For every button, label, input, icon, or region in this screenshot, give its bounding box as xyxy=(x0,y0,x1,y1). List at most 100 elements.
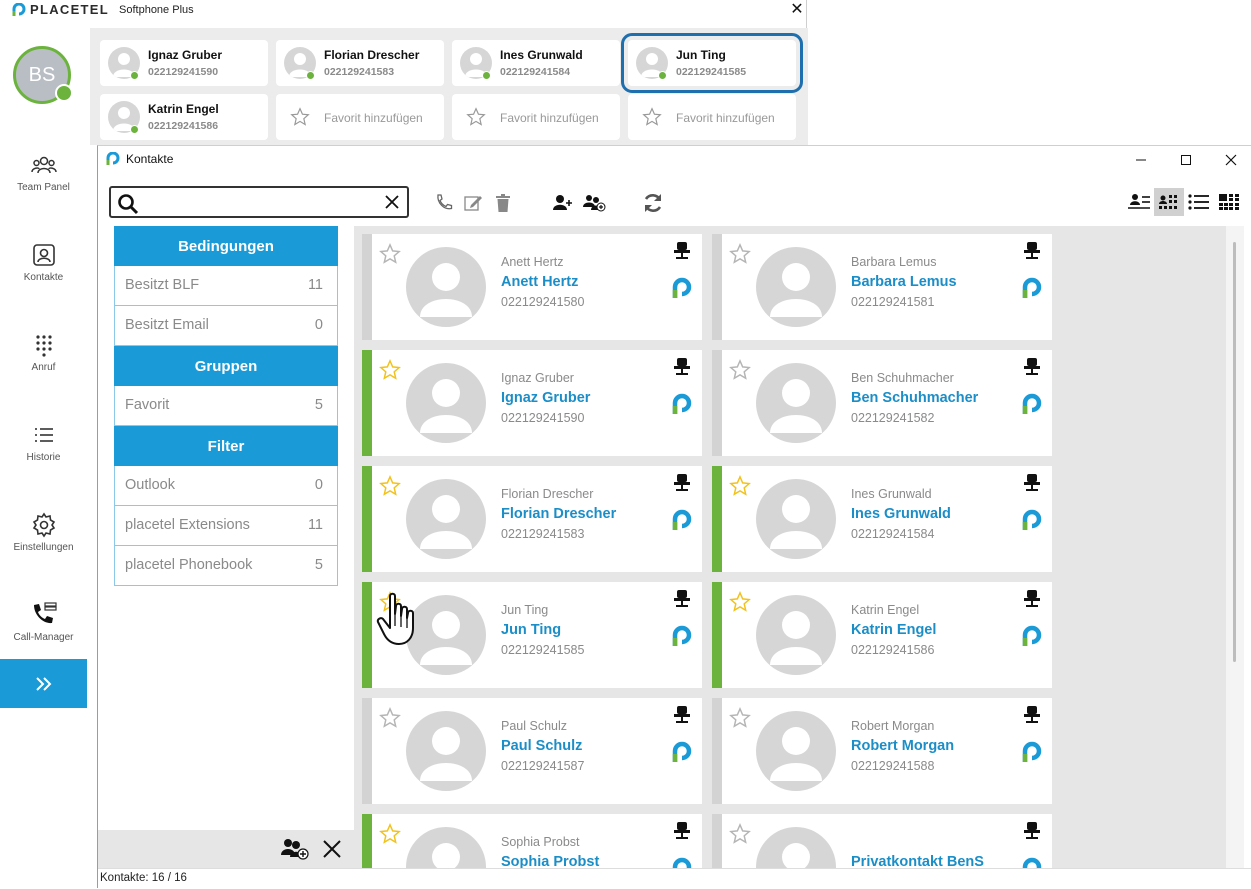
avatar xyxy=(756,711,836,791)
sidebar-item-anruf[interactable]: Anruf xyxy=(0,332,87,402)
contact-name[interactable]: Jun Ting xyxy=(501,622,561,638)
contact-number: 022129241582 xyxy=(851,411,935,425)
avatar xyxy=(406,827,486,868)
placetel-logo-icon xyxy=(672,393,692,414)
contact-card[interactable]: Ignaz Gruber Ignaz Gruber 022129241590 xyxy=(362,350,702,456)
contact-name[interactable]: Florian Drescher xyxy=(501,506,616,522)
star-outline-icon[interactable] xyxy=(729,707,751,729)
trash-icon xyxy=(496,194,510,212)
maximize-button[interactable] xyxy=(1163,146,1209,174)
vertical-scrollbar[interactable] xyxy=(1226,226,1244,868)
desk-phone-icon xyxy=(1024,474,1040,491)
sidebar-item-team-panel[interactable]: Team Panel xyxy=(0,152,87,222)
contact-card[interactable]: Katrin Engel Katrin Engel 022129241586 xyxy=(712,582,1052,688)
contact-name[interactable]: Ben Schuhmacher xyxy=(851,390,978,406)
contact-name[interactable]: Ignaz Gruber xyxy=(501,390,590,406)
clear-search-icon[interactable] xyxy=(383,193,401,211)
star-filled-icon[interactable] xyxy=(729,591,751,613)
add-group-filter-button[interactable] xyxy=(279,837,309,866)
filter-item-placetel-phonebook[interactable]: placetel Phonebook 5 xyxy=(114,546,338,586)
filter-item-placetel-extensions[interactable]: placetel Extensions 11 xyxy=(114,506,338,546)
filter-count: 11 xyxy=(307,277,323,293)
desk-phone-icon xyxy=(674,474,690,491)
contact-card[interactable]: Ines Grunwald Ines Grunwald 022129241584 xyxy=(712,466,1052,572)
minimize-button[interactable] xyxy=(1118,146,1164,174)
contact-card[interactable]: Privatkontakt BenS xyxy=(712,814,1052,868)
filter-item-outlook[interactable]: Outlook 0 xyxy=(114,466,338,506)
contact-card[interactable]: Robert Morgan Robert Morgan 022129241588 xyxy=(712,698,1052,804)
favorite-tile[interactable]: Florian Drescher 022129241583 xyxy=(276,40,444,86)
star-outline-icon[interactable] xyxy=(729,823,751,845)
scrollbar-thumb[interactable] xyxy=(1233,242,1236,662)
edit-button[interactable] xyxy=(460,190,486,216)
contact-indicator-bar xyxy=(712,350,722,456)
call-manager-icon xyxy=(33,602,57,624)
star-outline-icon[interactable] xyxy=(379,243,401,265)
filter-label: Outlook xyxy=(125,477,175,493)
contact-card[interactable]: Florian Drescher Florian Drescher 02212924… xyxy=(362,466,702,572)
add-contact-button[interactable] xyxy=(550,190,576,216)
contact-card[interactable]: Sophia Probst Sophia Probst xyxy=(362,814,702,868)
star-filled-icon[interactable] xyxy=(379,359,401,381)
avatar xyxy=(406,711,486,791)
view-tiles-button[interactable] xyxy=(1214,188,1244,216)
contact-number: 022129241580 xyxy=(501,295,585,309)
favorite-tile[interactable]: Katrin Engel 022129241586 xyxy=(100,94,268,140)
expand-sidebar-button[interactable] xyxy=(0,659,87,708)
contact-name[interactable]: Sophia Probst xyxy=(501,854,599,868)
favorite-tile[interactable]: Ignaz Gruber 022129241590 xyxy=(100,40,268,86)
contact-card[interactable]: Paul Schulz Paul Schulz 022129241587 xyxy=(362,698,702,804)
filter-item-besitzt-email[interactable]: Besitzt Email 0 xyxy=(114,306,338,346)
contact-name[interactable]: Anett Hertz xyxy=(501,274,578,290)
star-filled-icon[interactable] xyxy=(379,823,401,845)
desk-phone-icon xyxy=(1024,242,1040,259)
contact-name[interactable]: Paul Schulz xyxy=(501,738,582,754)
contact-indicator-bar xyxy=(362,698,372,804)
person-icon xyxy=(782,843,810,868)
filter-item-favorit[interactable]: Favorit 5 xyxy=(114,386,338,426)
view-list-detail-button[interactable] xyxy=(1124,188,1154,216)
star-filled-icon[interactable] xyxy=(729,475,751,497)
add-group-button[interactable] xyxy=(581,190,607,216)
contact-name[interactable]: Ines Grunwald xyxy=(851,506,951,522)
star-outline-icon[interactable] xyxy=(729,359,751,381)
clear-filter-button[interactable] xyxy=(322,839,342,864)
sidebar-item-kontakte[interactable]: Kontakte xyxy=(0,242,87,312)
close-button[interactable]: ✕ xyxy=(786,0,808,22)
star-outline-icon[interactable] xyxy=(379,707,401,729)
contact-name[interactable]: Katrin Engel xyxy=(851,622,936,638)
star-filled-icon[interactable] xyxy=(379,591,401,613)
search-input[interactable] xyxy=(145,192,375,212)
favorite-tile-selected[interactable]: Jun Ting 022129241585 xyxy=(621,33,803,93)
product-name: Softphone Plus xyxy=(119,3,194,16)
placetel-logo: PLACETEL Softphone Plus xyxy=(12,2,194,17)
delete-button[interactable] xyxy=(490,190,516,216)
filter-item-besitzt-blf[interactable]: Besitzt BLF 11 xyxy=(114,266,338,306)
sidebar-item-einstellungen[interactable]: Einstellungen xyxy=(0,512,87,582)
contact-card[interactable]: Barbara Lemus Barbara Lemus 022129241581 xyxy=(712,234,1052,340)
person-icon xyxy=(770,379,822,433)
add-favorite-tile[interactable]: Favorit hinzufügen xyxy=(452,94,620,140)
add-favorite-tile[interactable]: Favorit hinzufügen xyxy=(628,94,796,140)
favorite-tile[interactable]: Ines Grunwald 022129241584 xyxy=(452,40,620,86)
contact-card[interactable]: Jun Ting Jun Ting 022129241585 xyxy=(362,582,702,688)
close-button[interactable] xyxy=(1208,146,1251,174)
star-filled-icon[interactable] xyxy=(379,475,401,497)
add-favorite-tile[interactable]: Favorit hinzufügen xyxy=(276,94,444,140)
contact-name[interactable]: Barbara Lemus xyxy=(851,274,957,290)
online-status-dot xyxy=(658,71,667,80)
view-cards-button[interactable] xyxy=(1154,188,1184,216)
sidebar-item-historie[interactable]: Historie xyxy=(0,422,87,492)
contact-name[interactable]: Robert Morgan xyxy=(851,738,954,754)
contact-card[interactable]: Anett Hertz Anett Hertz 022129241580 xyxy=(362,234,702,340)
favorites-panel: Ignaz Gruber 022129241590 Florian Dresch… xyxy=(90,28,808,145)
card-view-icon xyxy=(1159,195,1177,209)
person-icon xyxy=(770,727,822,781)
star-outline-icon[interactable] xyxy=(729,243,751,265)
contact-card[interactable]: Ben Schuhmacher Ben Schuhmacher 0221292415… xyxy=(712,350,1052,456)
status-indicator xyxy=(55,84,73,102)
call-button[interactable] xyxy=(431,190,457,216)
contact-name[interactable]: Privatkontakt BenS xyxy=(851,854,984,868)
refresh-button[interactable] xyxy=(640,190,666,216)
view-list-button[interactable] xyxy=(1184,188,1214,216)
